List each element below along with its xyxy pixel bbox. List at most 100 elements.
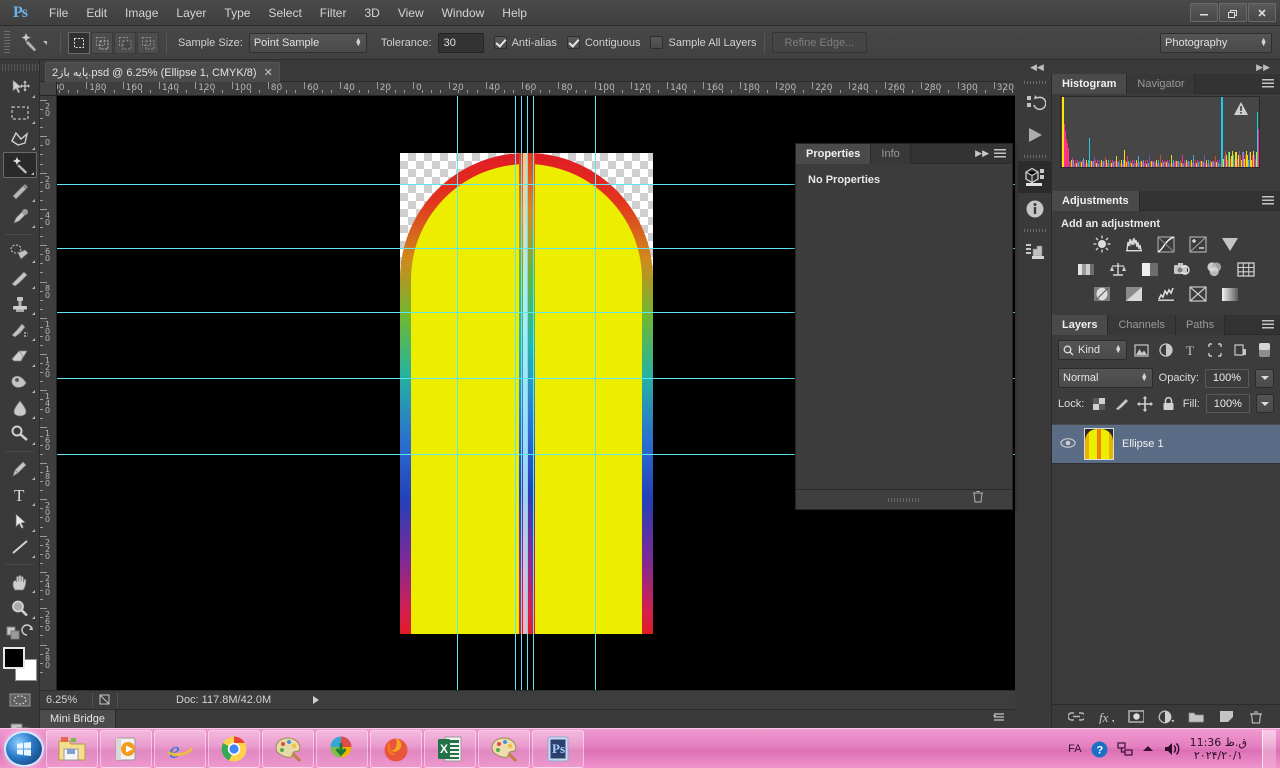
dock-group-grip-2[interactable]	[1018, 151, 1051, 161]
menu-view[interactable]: View	[389, 1, 433, 25]
options-bar-grip[interactable]	[4, 31, 10, 55]
brightness-contrast-icon[interactable]	[1091, 234, 1113, 254]
eraser-tool[interactable]	[3, 343, 37, 369]
lock-all-icon[interactable]	[1160, 395, 1177, 413]
tab-paths[interactable]: Paths	[1176, 315, 1225, 335]
mini-bridge-tab[interactable]: Mini Bridge	[40, 710, 116, 728]
show-desktop-button[interactable]	[1262, 730, 1276, 768]
clone-stamp-tool[interactable]	[3, 291, 37, 317]
tab-channels[interactable]: Channels	[1108, 315, 1175, 335]
status-proxy-icon[interactable]	[97, 692, 113, 709]
windows-explorer-icon[interactable]	[46, 730, 98, 768]
language-indicator[interactable]: FA	[1068, 743, 1081, 755]
line-tool[interactable]	[3, 534, 37, 560]
curves-icon[interactable]	[1155, 234, 1177, 254]
channel-mixer-icon[interactable]	[1203, 259, 1225, 279]
tab-navigator[interactable]: Navigator	[1127, 74, 1195, 94]
menu-help[interactable]: Help	[493, 1, 536, 25]
tolerance-input[interactable]: 30	[438, 33, 484, 53]
blend-mode-select[interactable]: Normal ▲▼	[1058, 368, 1153, 388]
zoom-tool[interactable]	[3, 595, 37, 621]
dodge-tool[interactable]	[3, 421, 37, 447]
horizontal-ruler[interactable]: 0018016014012010080604020020406080100120…	[40, 82, 1015, 96]
pixel-filter-icon[interactable]	[1132, 340, 1152, 360]
paint-icon[interactable]	[262, 730, 314, 768]
rectangular-marquee-tool[interactable]	[3, 100, 37, 126]
new-group-icon[interactable]	[1188, 709, 1204, 725]
close-document-icon[interactable]: ✕	[264, 66, 273, 79]
type-filter-icon[interactable]: T	[1181, 340, 1201, 360]
quick-mask-mode-button[interactable]	[3, 687, 37, 713]
color-lookup-icon[interactable]	[1235, 259, 1257, 279]
photoshop-icon[interactable]: Ps	[532, 730, 584, 768]
vertical-ruler[interactable]: 2002040608010012014016018020022024026028…	[40, 96, 57, 690]
minimize-button[interactable]	[1190, 3, 1218, 22]
google-chrome-icon[interactable]	[208, 730, 260, 768]
opacity-dropdown-icon[interactable]	[1255, 369, 1274, 388]
actions-icon[interactable]	[1018, 119, 1052, 151]
panel-menu-icon[interactable]	[994, 149, 1006, 158]
start-button[interactable]	[4, 731, 44, 767]
menu-file[interactable]: File	[40, 1, 77, 25]
invert-icon[interactable]	[1091, 284, 1113, 304]
tab-info[interactable]: Info	[871, 144, 910, 164]
horizontal-type-tool[interactable]: T	[3, 482, 37, 508]
menu-filter[interactable]: Filter	[311, 1, 356, 25]
path-selection-tool[interactable]	[3, 508, 37, 534]
panel-menu-icon[interactable]	[1262, 320, 1274, 329]
posterize-icon[interactable]	[1123, 284, 1145, 304]
taskbar-clock[interactable]: 11:36 ق.ظ ۲۰۲۴/۲۰/۱	[1190, 736, 1247, 762]
guide-vertical[interactable]	[457, 96, 458, 690]
filter-toggle-icon[interactable]	[1254, 340, 1274, 360]
link-layers-icon[interactable]	[1068, 709, 1084, 725]
info-icon[interactable]	[1018, 193, 1052, 225]
guide-vertical[interactable]	[527, 96, 528, 690]
collapse-dock-icon[interactable]: ◀◀	[1030, 62, 1044, 73]
dock-group-grip-3[interactable]	[1018, 225, 1051, 235]
help-icon[interactable]: ?	[1091, 741, 1108, 758]
tab-properties[interactable]: Properties	[796, 144, 871, 164]
internet-explorer-icon[interactable]: e	[154, 730, 206, 768]
color-swatches[interactable]	[3, 647, 37, 681]
gradient-map-icon[interactable]	[1219, 284, 1241, 304]
eyedropper-tool[interactable]	[3, 204, 37, 230]
menu-edit[interactable]: Edit	[77, 1, 116, 25]
history-icon[interactable]	[1018, 87, 1052, 119]
tab-histogram[interactable]: Histogram	[1052, 74, 1127, 94]
delete-layer-icon[interactable]	[1248, 709, 1264, 725]
fill-dropdown-icon[interactable]	[1256, 394, 1274, 413]
subtract-from-selection-button[interactable]	[114, 32, 136, 54]
menu-layer[interactable]: Layer	[167, 1, 215, 25]
quick-mask-and-default-colors[interactable]	[3, 621, 37, 643]
anti-alias-checkbox[interactable]	[494, 36, 507, 49]
media-player-icon[interactable]	[100, 730, 152, 768]
expand-panel-icon[interactable]: ▶▶	[975, 148, 989, 159]
layer-comps-icon[interactable]	[1018, 235, 1052, 267]
refine-edge-button[interactable]: Refine Edge...	[772, 32, 868, 53]
guide-vertical[interactable]	[533, 96, 534, 690]
pen-tool[interactable]	[3, 456, 37, 482]
smartobject-filter-icon[interactable]	[1230, 340, 1250, 360]
panel-menu-icon[interactable]	[1262, 79, 1274, 88]
menu-select[interactable]: Select	[259, 1, 310, 25]
guide-vertical[interactable]	[515, 96, 516, 690]
sample-all-layers-option[interactable]: Sample All Layers	[650, 36, 756, 49]
zoom-level-input[interactable]: 6.25%	[40, 694, 88, 706]
document-tab[interactable]: پایه باز2.psd @ 6.25% (Ellipse 1, CMYK/8…	[45, 62, 280, 82]
dock-group-grip-1[interactable]	[1018, 77, 1051, 87]
magic-wand-tool[interactable]	[3, 152, 37, 178]
magic-wand-icon[interactable]	[15, 30, 41, 56]
black-white-icon[interactable]	[1139, 259, 1161, 279]
move-tool[interactable]	[3, 74, 37, 100]
menu-3d[interactable]: 3D	[355, 1, 388, 25]
adjustment-layer-icon[interactable]	[1158, 709, 1174, 725]
layer-filter-kind-select[interactable]: Kind ▲▼	[1058, 340, 1127, 360]
opacity-value[interactable]: 100%	[1205, 369, 1249, 388]
close-button[interactable]	[1248, 3, 1276, 22]
menu-image[interactable]: Image	[116, 1, 167, 25]
expand-dock-icon[interactable]: ▶▶	[1256, 62, 1270, 73]
lock-position-icon[interactable]	[1137, 395, 1154, 413]
shape-filter-icon[interactable]	[1205, 340, 1225, 360]
add-to-selection-button[interactable]	[91, 32, 113, 54]
mini-bridge-menu-icon[interactable]	[993, 713, 1007, 726]
